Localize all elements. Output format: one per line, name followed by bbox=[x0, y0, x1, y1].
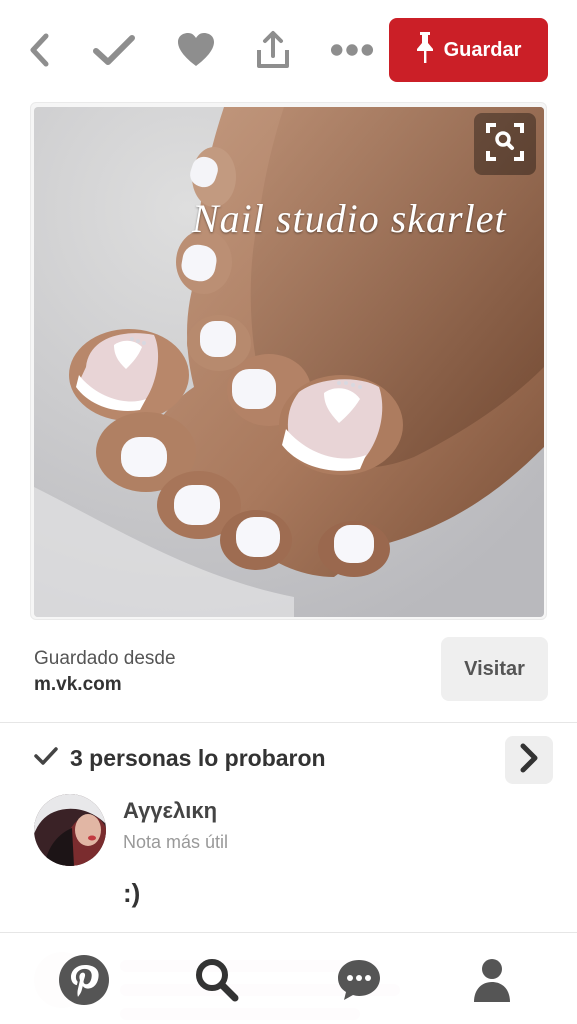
more-icon[interactable] bbox=[330, 28, 374, 72]
share-icon[interactable] bbox=[251, 28, 295, 72]
comment-text: :) bbox=[123, 878, 141, 908]
bottom-navigation bbox=[0, 932, 577, 1024]
source-domain-link[interactable]: m.vk.com bbox=[34, 674, 176, 696]
top-toolbar: Guardar bbox=[0, 0, 577, 100]
visit-button[interactable]: Visitar bbox=[441, 637, 548, 701]
pinterest-logo-icon bbox=[58, 954, 110, 1011]
nav-search[interactable] bbox=[189, 954, 245, 1010]
heart-icon[interactable] bbox=[174, 28, 218, 72]
divider bbox=[0, 722, 577, 723]
nav-divider bbox=[0, 932, 577, 933]
nav-profile[interactable] bbox=[464, 954, 520, 1010]
save-button-label: Guardar bbox=[443, 38, 522, 61]
nav-messages[interactable] bbox=[331, 954, 387, 1010]
source-info: Guardado desde m.vk.com bbox=[34, 648, 176, 696]
chevron-right-icon bbox=[518, 743, 540, 778]
avatar[interactable] bbox=[34, 794, 106, 866]
pushpin-icon bbox=[416, 30, 434, 70]
pin-card: Nail studio skarlet bbox=[30, 102, 547, 620]
nav-home[interactable] bbox=[56, 954, 112, 1010]
tried-more-button[interactable] bbox=[505, 736, 553, 784]
check-icon[interactable] bbox=[92, 28, 136, 72]
search-icon bbox=[193, 956, 241, 1009]
nail-photo bbox=[34, 107, 544, 617]
image-watermark: Nail studio skarlet bbox=[192, 196, 507, 241]
comment-username[interactable]: Αγγελικη bbox=[123, 798, 217, 824]
comment-tag: Nota más útil bbox=[123, 832, 229, 852]
chat-bubble-icon bbox=[336, 957, 382, 1008]
profile-icon bbox=[472, 957, 512, 1008]
tried-count-text: 3 personas lo probaron bbox=[70, 745, 326, 771]
visual-search-button[interactable] bbox=[474, 113, 536, 175]
tried-row[interactable]: 3 personas lo probaron bbox=[34, 745, 326, 772]
lens-icon bbox=[486, 122, 524, 166]
source-label: Guardado desde bbox=[34, 648, 176, 669]
save-button[interactable]: Guardar bbox=[389, 18, 548, 82]
check-icon bbox=[34, 746, 58, 771]
pin-image[interactable]: Nail studio skarlet bbox=[34, 107, 544, 617]
back-icon[interactable] bbox=[18, 28, 62, 72]
